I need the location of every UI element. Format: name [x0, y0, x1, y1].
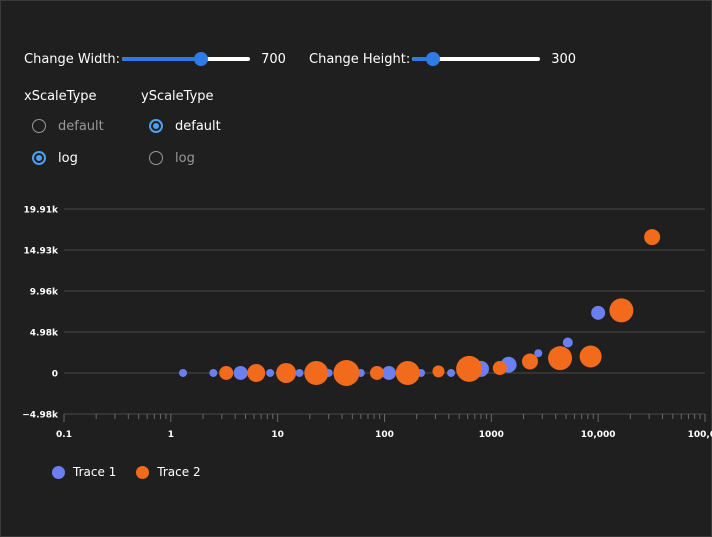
chart-legend: Trace 1 Trace 2: [52, 465, 201, 479]
legend-trace1-label[interactable]: Trace 1: [73, 465, 116, 479]
trace1-point: [179, 368, 188, 377]
x-tick-label: 1: [168, 430, 174, 440]
trace2-point: [432, 365, 445, 378]
y-tick-label: −4.98k: [22, 411, 59, 421]
legend-trace2-label[interactable]: Trace 2: [157, 465, 200, 479]
scatter-chart: 0.1 1 10 100 1000 10,000 100,00 −4.98k 0 4.98k 9.…: [22, 206, 712, 441]
chart-marks: [179, 229, 661, 386]
y-tick-label: 19.91k: [24, 206, 59, 216]
chart-grid: [64, 208, 705, 415]
trace1-point: [591, 305, 606, 320]
x-tick-label: 100: [375, 430, 394, 440]
x-tick-label: 10,000: [581, 430, 616, 440]
trace2-point: [395, 360, 420, 385]
trace2-point: [609, 298, 634, 323]
y-axis: −4.98k 0 4.98k 9.96k 14.93k 19.91k: [22, 206, 59, 421]
trace2-point: [276, 362, 297, 383]
trace2-point: [548, 346, 573, 371]
trace1-point: [209, 368, 218, 377]
trace1-point: [295, 368, 304, 377]
y-tick-label: 4.98k: [30, 328, 59, 338]
trace2-point: [579, 345, 602, 368]
x-tick-label: 10: [271, 430, 284, 440]
trace1-point: [266, 368, 275, 377]
trace2-point: [219, 365, 234, 380]
x-tick-label: 1000: [479, 430, 504, 440]
trace1-point: [562, 337, 573, 348]
y-tick-label: 14.93k: [24, 247, 59, 257]
trace1-point: [447, 368, 456, 377]
trace2-point: [369, 365, 384, 380]
trace2-point: [521, 353, 538, 370]
trace1-point: [233, 365, 248, 380]
y-tick-label: 0: [52, 369, 58, 379]
trace2-point: [456, 355, 483, 382]
trace2-point: [492, 361, 507, 376]
y-tick-label: 9.96k: [30, 287, 59, 297]
x-tick-label: 100,00: [688, 430, 712, 440]
legend-trace2-marker: [136, 465, 150, 479]
trace2-point: [333, 359, 360, 386]
trace2-point: [247, 363, 266, 382]
x-tick-label: 0.1: [56, 430, 72, 440]
trace1-point: [381, 365, 396, 380]
trace2-point: [644, 229, 661, 246]
trace2-point: [304, 360, 329, 385]
legend-trace1-marker: [52, 465, 65, 479]
x-axis: 0.1 1 10 100 1000 10,000 100,00: [56, 413, 712, 440]
